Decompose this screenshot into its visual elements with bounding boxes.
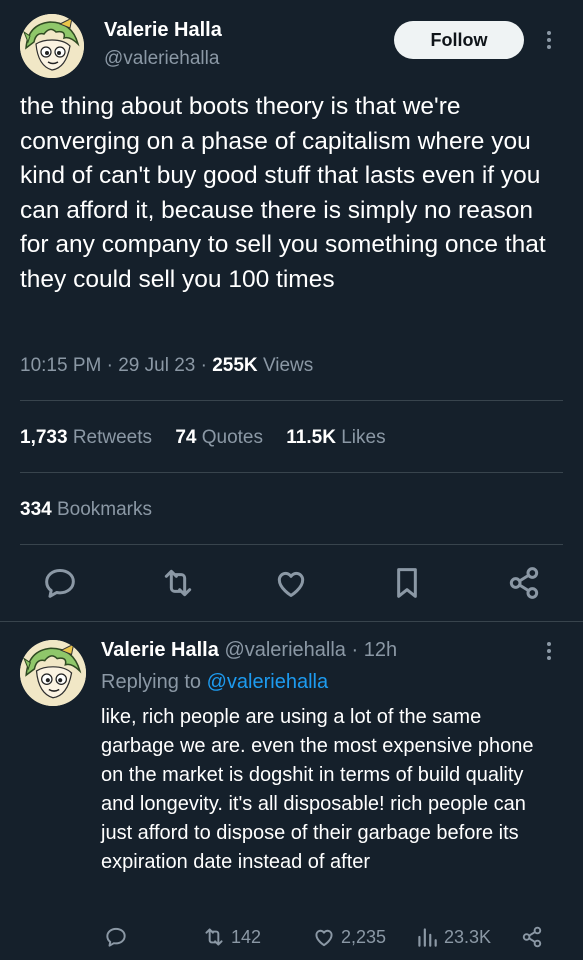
views-count: 255K bbox=[212, 355, 258, 376]
retweets-stat[interactable]: 1,733 Retweets bbox=[20, 427, 157, 448]
tweet-header: Valerie Halla @valeriehalla Follow bbox=[20, 14, 563, 80]
share-icon[interactable] bbox=[504, 563, 544, 603]
tweet-meta: 10:15 PM · 29 Jul 23 · 255K Views bbox=[20, 355, 313, 377]
share-icon bbox=[522, 926, 542, 948]
avatar[interactable] bbox=[20, 14, 84, 78]
reply-text: like, rich people are using a lot of the… bbox=[101, 706, 534, 873]
divider bbox=[20, 472, 563, 473]
reply-icon bbox=[106, 927, 126, 947]
bookmark-icon[interactable] bbox=[387, 563, 427, 603]
retweet-icon bbox=[205, 928, 223, 946]
tweet-text: the thing about boots theory is that we'… bbox=[20, 93, 546, 293]
like-icon[interactable] bbox=[271, 563, 311, 603]
reply-reply-button[interactable] bbox=[103, 922, 133, 952]
retweets-label: Retweets bbox=[72, 427, 153, 448]
bookmarks-count: 334 bbox=[20, 499, 52, 520]
reply-icon[interactable] bbox=[40, 563, 80, 603]
avatar-illustration bbox=[20, 640, 86, 706]
avatar-illustration bbox=[20, 14, 84, 78]
views-icon bbox=[418, 928, 437, 947]
separator-dot: · bbox=[351, 639, 359, 661]
likes-count: 11.5K bbox=[286, 427, 336, 448]
likes-stat[interactable]: 11.5K Likes bbox=[286, 427, 385, 448]
bookmarks-stat[interactable]: 334 Bookmarks bbox=[20, 499, 152, 521]
reply-retweet-button[interactable]: 142 bbox=[201, 922, 261, 952]
quotes-stat[interactable]: 74 Quotes bbox=[175, 427, 268, 448]
reply-more-options-icon[interactable] bbox=[545, 640, 553, 662]
divider bbox=[0, 621, 583, 622]
replying-to-link[interactable]: @valeriehalla bbox=[207, 671, 328, 693]
likes-label: Likes bbox=[341, 427, 386, 448]
reply-views-button[interactable]: 23.3K bbox=[414, 922, 491, 952]
reply-retweet-count: 142 bbox=[231, 926, 262, 947]
separator-dot: · bbox=[200, 355, 213, 376]
author-name[interactable]: Valerie Halla bbox=[104, 19, 222, 42]
reply-header: Valerie Halla @valeriehalla · 12h bbox=[101, 639, 397, 662]
divider bbox=[20, 544, 563, 545]
reply-author-handle[interactable]: @valeriehalla bbox=[224, 639, 345, 661]
quotes-label: Quotes bbox=[201, 427, 263, 448]
tweet-action-bar bbox=[20, 563, 563, 603]
tweet-date[interactable]: 29 Jul 23 bbox=[118, 355, 195, 376]
replying-to: Replying to @valeriehalla bbox=[101, 671, 328, 694]
author-handle[interactable]: @valeriehalla bbox=[104, 48, 219, 70]
quotes-count: 74 bbox=[175, 427, 197, 448]
bookmarks-label: Bookmarks bbox=[56, 499, 153, 520]
replying-prefix: Replying to bbox=[101, 671, 202, 693]
reply-action-bar: 142 2,235 23.3K bbox=[101, 922, 561, 952]
reply-views-count: 23.3K bbox=[444, 926, 492, 947]
reply-avatar[interactable] bbox=[20, 640, 86, 706]
retweets-count: 1,733 bbox=[20, 427, 68, 448]
reply-like-button[interactable]: 2,235 bbox=[311, 922, 386, 952]
divider bbox=[20, 400, 563, 401]
follow-button[interactable]: Follow bbox=[394, 21, 524, 59]
tweet-time[interactable]: 10:15 PM bbox=[20, 355, 101, 376]
like-icon bbox=[315, 929, 333, 947]
reply-author-name[interactable]: Valerie Halla bbox=[101, 639, 219, 661]
separator-dot: · bbox=[106, 355, 119, 376]
reply-share-button[interactable] bbox=[519, 922, 549, 952]
retweet-icon[interactable] bbox=[158, 563, 198, 603]
reply-age[interactable]: 12h bbox=[364, 639, 397, 661]
views-label: Views bbox=[262, 355, 314, 376]
more-options-icon[interactable] bbox=[545, 29, 553, 51]
reply-like-count: 2,235 bbox=[341, 926, 387, 947]
engagement-stats: 1,733 Retweets 74 Quotes 11.5K Likes bbox=[20, 427, 404, 449]
